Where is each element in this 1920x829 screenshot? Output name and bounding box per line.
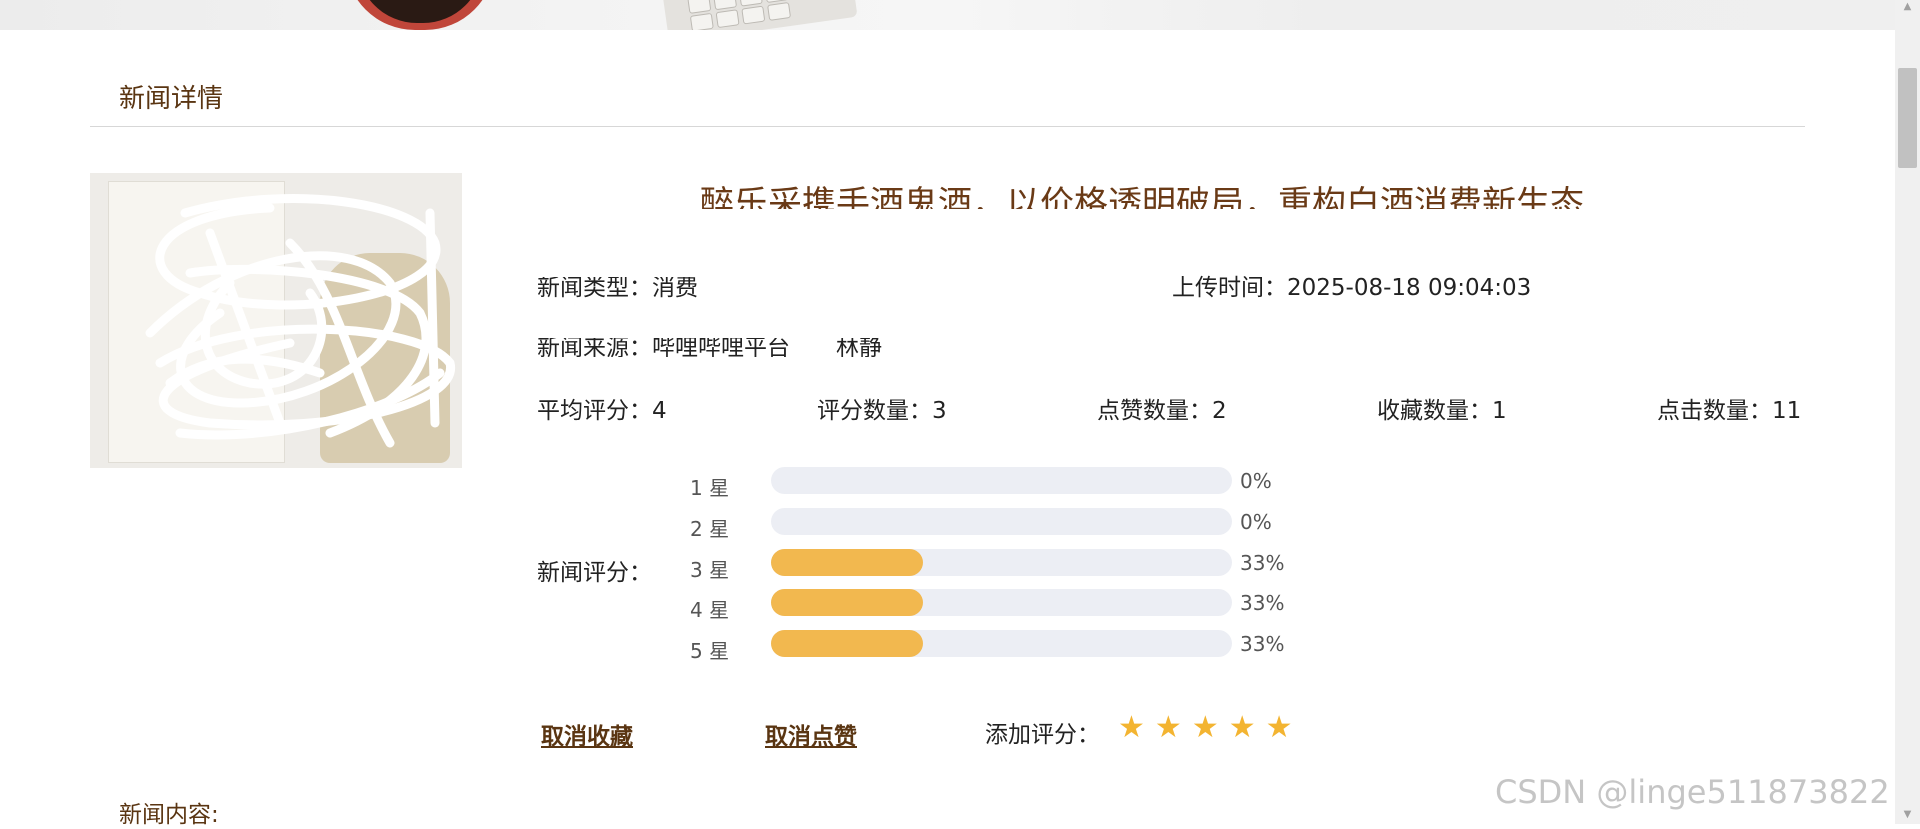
rating-bar-track (771, 467, 1232, 494)
rating-row-percent: 33% (1240, 632, 1285, 656)
stat-value: 1 (1492, 398, 1507, 424)
header-background-image (0, 0, 1895, 30)
rating-row-label: 4 星 (690, 598, 730, 622)
stat-label: 评分数量： (817, 398, 932, 424)
rating-row-percent: 0% (1240, 510, 1272, 534)
stat-like-count: 点赞数量：2 (1097, 391, 1227, 425)
rating-bar-track (771, 508, 1232, 535)
stat-value: 2 (1212, 398, 1227, 424)
rating-star-icon[interactable]: ★ (1192, 711, 1219, 745)
rating-row-label: 3 星 (690, 558, 730, 582)
add-rating-label: 添加评分： (985, 722, 1100, 748)
stat-favorite-count: 收藏数量：1 (1377, 391, 1507, 425)
stat-label: 平均评分： (537, 398, 652, 424)
rating-row-label: 5 星 (690, 639, 730, 663)
rating-row-percent: 0% (1240, 469, 1272, 493)
calculator-key (767, 1, 792, 21)
watermark: CSDN @linge511873822 (1495, 773, 1890, 811)
upload-time: 上传时间：2025-08-18 09:04:03 (1172, 268, 1531, 302)
stat-label: 点击数量： (1657, 398, 1772, 424)
calculator-key (741, 5, 766, 25)
scrollbar-thumb[interactable] (1898, 68, 1917, 168)
stat-value: 11 (1772, 398, 1802, 424)
redaction-scribble (145, 194, 455, 448)
rating-star-icon[interactable]: ★ (1118, 711, 1145, 745)
section-title: 新闻详情 (119, 84, 224, 114)
stat-rating-count: 评分数量：3 (817, 391, 947, 425)
rating-bar-fill (771, 630, 924, 657)
rating-row-label: 1 星 (690, 476, 730, 500)
redaction-mark (700, 209, 1650, 219)
stat-value: 3 (932, 398, 947, 424)
redaction-mark (537, 268, 707, 277)
rating-row-label: 2 星 (690, 517, 730, 541)
calculator-key (687, 0, 712, 14)
unfavorite-button[interactable]: 取消收藏 (541, 717, 633, 751)
stat-click-count: 点击数量：11 (1657, 391, 1801, 425)
calculator-key (689, 12, 714, 30)
rating-star-icon[interactable]: ★ (1229, 711, 1256, 745)
rating-star-icon[interactable]: ★ (1266, 711, 1293, 745)
rating-star-icon[interactable]: ★ (1155, 711, 1182, 745)
redaction-mark (537, 324, 897, 338)
scroll-up-arrow-icon[interactable]: ▲ (1898, 0, 1917, 14)
unlike-button[interactable]: 取消点赞 (765, 717, 857, 751)
rating-bar-fill (771, 549, 924, 576)
add-rating-stars[interactable]: ★ ★ ★ ★ ★ (1118, 711, 1293, 745)
news-type-label: 新闻类型： (537, 275, 652, 301)
news-type-value: 消费 (652, 275, 698, 301)
section-divider (90, 126, 1805, 127)
rating-row-percent: 33% (1240, 591, 1285, 615)
rating-bar-fill (771, 589, 924, 616)
stat-label: 点赞数量： (1097, 398, 1212, 424)
stat-avg-rating: 平均评分：4 (537, 391, 667, 425)
scroll-down-arrow-icon[interactable]: ▼ (1898, 808, 1917, 822)
stat-label: 收藏数量： (1377, 398, 1492, 424)
redaction-mark (700, 176, 1650, 186)
upload-time-label: 上传时间： (1172, 275, 1287, 301)
upload-time-value: 2025-08-18 09:04:03 (1287, 275, 1532, 301)
calculator-key (715, 9, 740, 29)
rating-row-percent: 33% (1240, 551, 1285, 575)
news-thumbnail (90, 173, 462, 468)
rating-distribution-label: 新闻评分： (537, 560, 652, 586)
calculator-image (662, 0, 858, 30)
stat-value: 4 (652, 398, 667, 424)
redaction-mark (537, 357, 897, 365)
